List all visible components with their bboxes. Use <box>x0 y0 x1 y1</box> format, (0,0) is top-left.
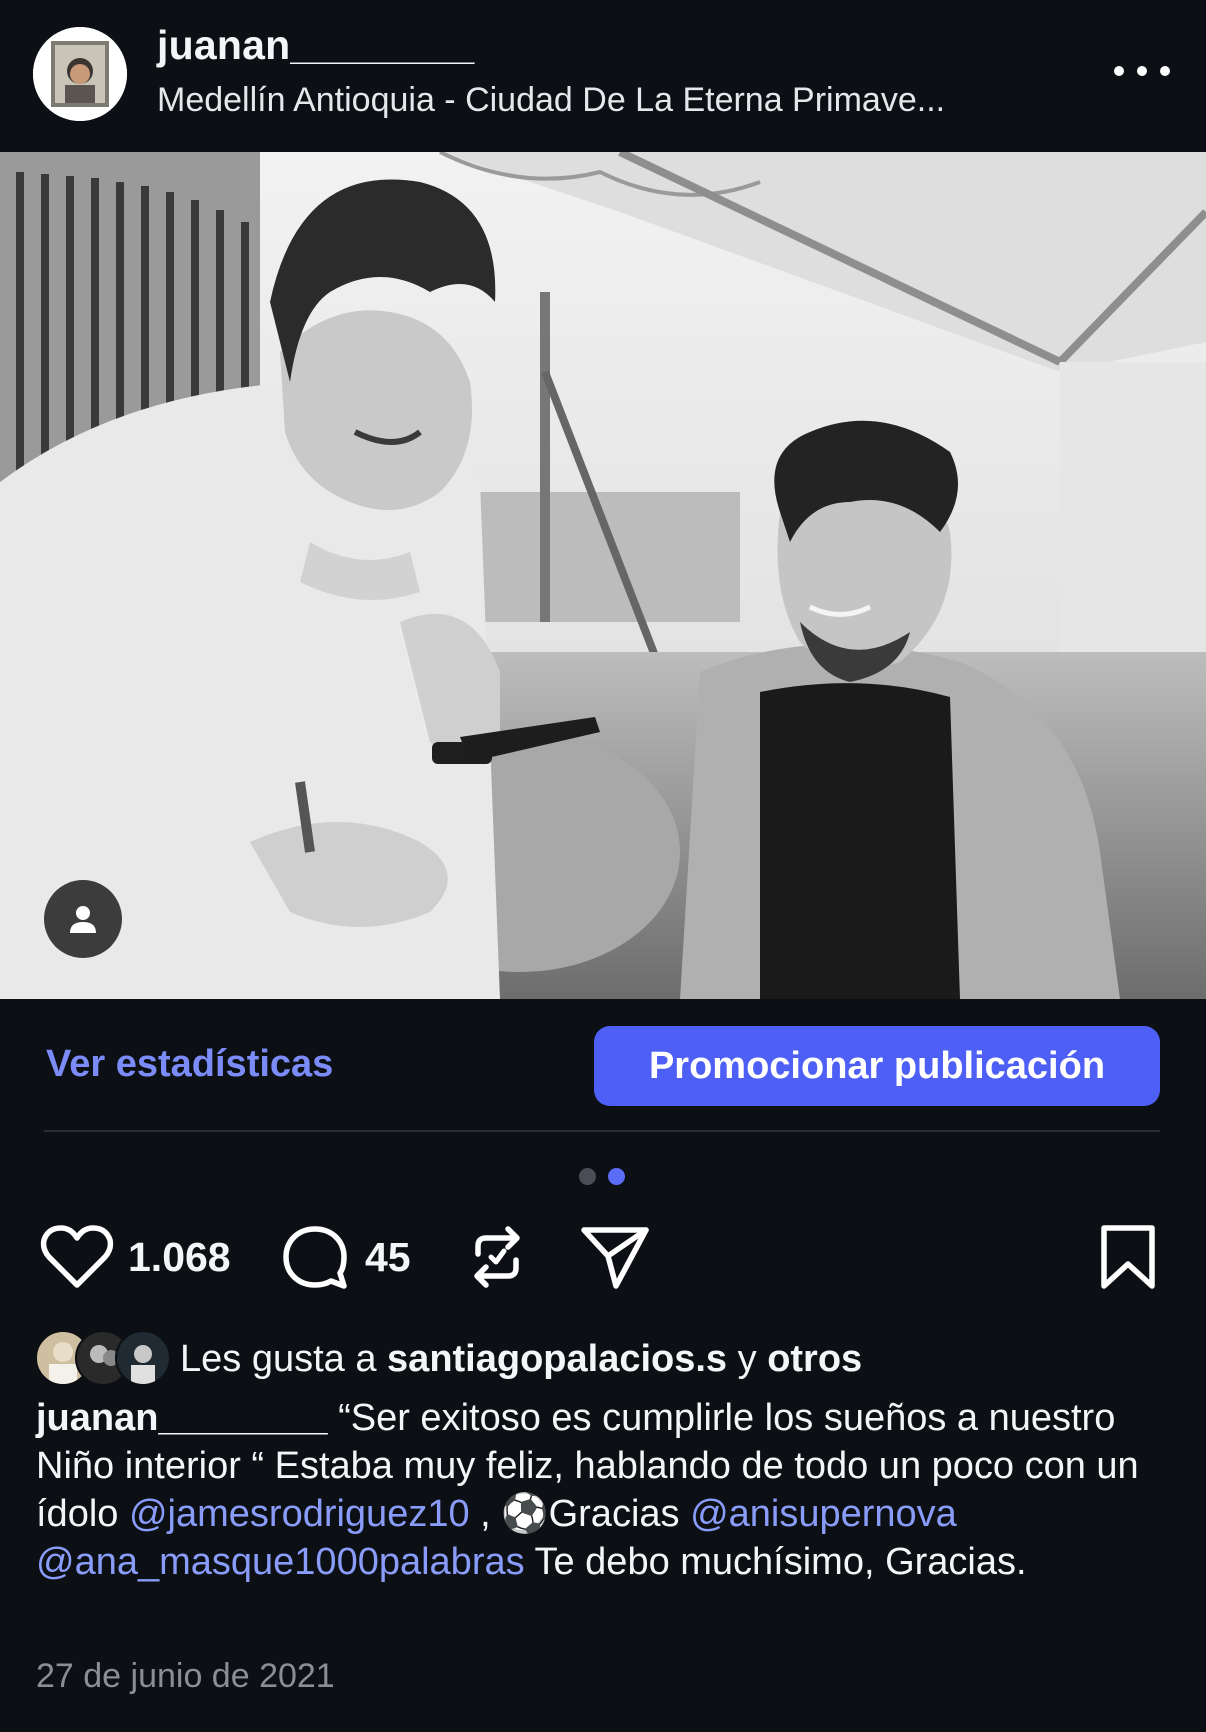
dot <box>1160 66 1170 76</box>
carousel-dot-active <box>608 1168 625 1185</box>
carousel-dot <box>579 1168 596 1185</box>
liker-username[interactable]: santiagopalacios.s <box>387 1338 727 1380</box>
repost-icon[interactable] <box>466 1224 528 1290</box>
profile-avatar[interactable] <box>33 27 127 121</box>
post-date: 27 de junio de 2021 <box>36 1657 335 1695</box>
heart-icon[interactable] <box>40 1224 114 1290</box>
bookmark-icon[interactable] <box>1098 1224 1158 1290</box>
caption-text: , ⚽Gracias <box>469 1493 691 1535</box>
person-tag-icon[interactable] <box>44 880 122 958</box>
dot <box>1114 66 1124 76</box>
likes-others-link[interactable]: otros <box>767 1338 862 1380</box>
view-insights-link[interactable]: Ver estadísticas <box>46 1043 333 1086</box>
more-options-icon[interactable] <box>1114 56 1170 86</box>
post-username[interactable]: juanan________ <box>157 22 474 69</box>
liker-avatar <box>115 1330 171 1386</box>
likes-prefix: Les gusta a <box>180 1338 377 1380</box>
caption-mention[interactable]: @jamesrodriguez10 <box>129 1493 470 1535</box>
caption-author[interactable]: juanan________ <box>36 1397 328 1439</box>
promote-post-button[interactable]: Promocionar publicación <box>594 1026 1160 1106</box>
caption-mention[interactable]: @anisupernova <box>690 1493 957 1535</box>
post-caption: juanan________ “Ser exitoso es cumplirle… <box>36 1394 1170 1586</box>
dot <box>1137 66 1147 76</box>
liked-by-text[interactable]: Les gusta a santiagopalacios.s y otros <box>180 1338 862 1381</box>
comment-count[interactable]: 45 <box>365 1234 411 1281</box>
comment-icon[interactable] <box>281 1224 349 1292</box>
likes-connector: y <box>737 1338 757 1380</box>
divider <box>44 1130 1160 1132</box>
post-location[interactable]: Medellín Antioquia - Ciudad De La Eterna… <box>157 81 945 120</box>
post-photo[interactable] <box>0 152 1206 999</box>
send-icon[interactable] <box>580 1224 650 1290</box>
like-count[interactable]: 1.068 <box>128 1234 231 1281</box>
carousel-indicator <box>579 1168 625 1185</box>
liker-avatars[interactable] <box>35 1330 171 1386</box>
post-header: juanan________ Medellín Antioquia - Ciud… <box>0 0 1206 152</box>
caption-text: Te debo muchísimo, Gracias. <box>524 1541 1027 1583</box>
caption-mention[interactable]: @ana_masque1000palabras <box>36 1541 525 1583</box>
